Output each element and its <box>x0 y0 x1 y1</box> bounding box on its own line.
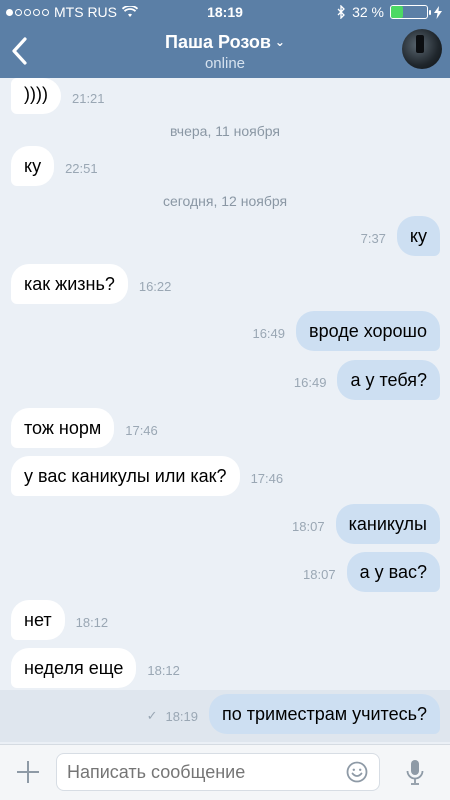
message-time: 18:12 <box>147 663 180 678</box>
conversation-title[interactable]: Паша Розов ⌄ online <box>0 32 450 72</box>
message-list[interactable]: )))) 21:21 вчера, 11 ноября ку 22:51 сег… <box>0 78 450 744</box>
message-time: 16:49 <box>252 326 286 341</box>
message-bubble: у вас каникулы или как? <box>11 456 240 496</box>
message-bubble: каникулы <box>335 504 440 544</box>
message-time: 16:22 <box>138 279 172 294</box>
battery-icon <box>390 5 431 19</box>
message-bubble: )))) <box>11 78 61 114</box>
message-time: 18:12 <box>75 615 109 630</box>
bluetooth-icon <box>337 5 345 19</box>
message-input[interactable] <box>56 753 380 791</box>
message-time: 18:19 <box>165 709 199 724</box>
message-composer <box>0 744 450 800</box>
microphone-icon[interactable] <box>404 759 426 787</box>
message-incoming[interactable]: неделя еще 18:12 <box>0 648 450 688</box>
message-time: 22:51 <box>65 161 98 176</box>
emoji-icon[interactable] <box>346 761 368 783</box>
message-outgoing[interactable]: 18:07 а у вас? <box>0 552 450 592</box>
avatar[interactable] <box>402 29 442 69</box>
message-outgoing[interactable]: 16:49 а у тебя? <box>0 360 450 400</box>
message-outgoing[interactable]: 18:07 каникулы <box>0 504 450 544</box>
message-time: 21:21 <box>71 91 105 106</box>
chat-header: MTS RUS 18:19 32 % Паша Розов ⌄ online <box>0 0 450 78</box>
message-bubble: нет <box>11 600 65 640</box>
message-bubble: а у тебя? <box>337 360 440 400</box>
charging-icon <box>434 5 442 19</box>
message-outgoing[interactable]: 7:37 ку <box>0 216 450 256</box>
message-bubble: ку <box>11 146 55 186</box>
message-incoming[interactable]: нет 18:12 <box>0 600 450 640</box>
status-bar: MTS RUS 18:19 32 % <box>0 0 450 24</box>
message-time: 17:46 <box>125 423 158 438</box>
date-separator: вчера, 11 ноября <box>170 123 280 139</box>
message-incoming[interactable]: )))) 21:21 <box>0 78 450 114</box>
message-time: 16:49 <box>293 375 327 390</box>
message-bubble: как жизнь? <box>11 264 128 304</box>
message-outgoing[interactable]: 16:49 вроде хорошо <box>0 311 450 351</box>
message-bubble: тож норм <box>11 408 115 448</box>
chevron-down-icon: ⌄ <box>274 35 285 49</box>
date-separator: сегодня, 12 ноября <box>162 193 288 209</box>
message-bubble: а у вас? <box>346 552 440 592</box>
battery-percent: 32 % <box>352 4 384 20</box>
message-bubble: ку <box>396 216 440 256</box>
contact-name: Паша Розов <box>165 32 271 52</box>
message-time: 7:37 <box>360 231 386 246</box>
message-incoming[interactable]: у вас каникулы или как? 17:46 <box>0 456 450 496</box>
message-outgoing[interactable]: ✓ 18:19 по триместрам учитесь? <box>0 694 450 734</box>
contact-status: online <box>204 55 246 72</box>
message-incoming[interactable]: ку 22:51 <box>0 146 450 186</box>
message-bubble: по триместрам учитесь? <box>209 694 440 734</box>
message-incoming[interactable]: тож норм 17:46 <box>0 408 450 448</box>
attach-icon[interactable] <box>14 758 42 786</box>
message-time: 17:46 <box>250 471 284 486</box>
message-time: 18:07 <box>303 567 336 582</box>
message-bubble: неделя еще <box>11 648 137 688</box>
checkmark-icon: ✓ <box>146 708 158 723</box>
message-incoming[interactable]: как жизнь? 16:22 <box>0 264 450 304</box>
message-time: 18:07 <box>292 519 325 534</box>
message-bubble: вроде хорошо <box>296 311 440 351</box>
